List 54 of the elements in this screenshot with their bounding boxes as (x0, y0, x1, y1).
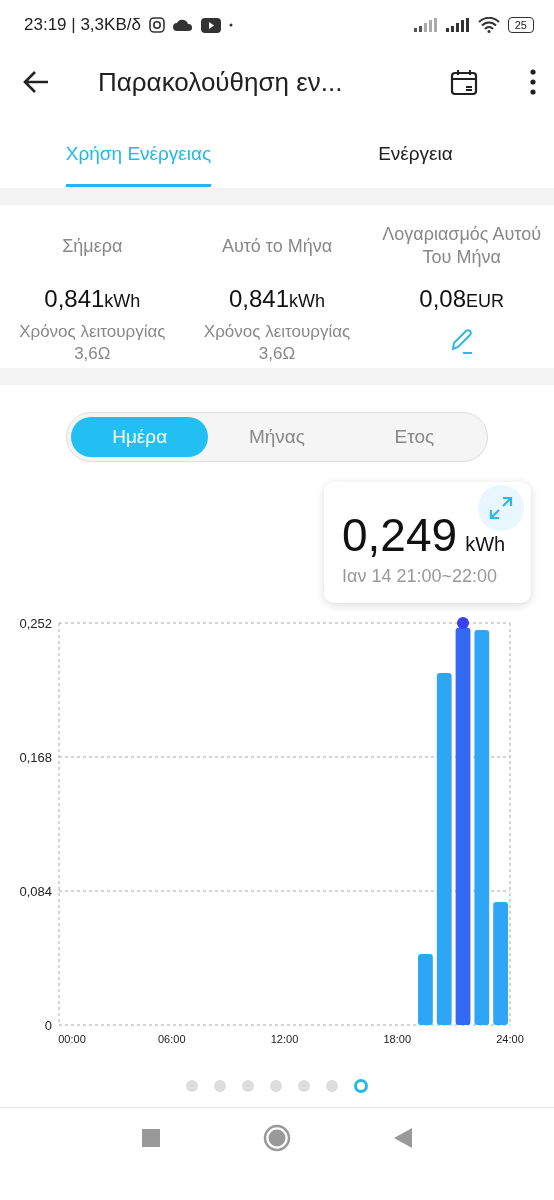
page-title: Παρακολούθηση εν... (98, 66, 344, 98)
runtime-note: Χρόνος λειτουργίας 3,6Ω (18, 321, 167, 365)
axis-label: 0,084 (19, 884, 52, 899)
runtime-note: Χρόνος λειτουργίας 3,6Ω (202, 321, 352, 365)
bar[interactable] (474, 630, 490, 1025)
calendar-icon[interactable] (450, 68, 478, 96)
tab[interactable]: Ενέργεια (277, 114, 554, 188)
more-icon[interactable] (530, 69, 536, 95)
dot-icon (228, 23, 233, 27)
page-dot[interactable] (326, 1080, 338, 1092)
period-option[interactable]: Ετος (345, 417, 483, 457)
back-nav-icon[interactable] (394, 1128, 413, 1148)
wifi-icon (477, 17, 500, 33)
page-dot[interactable] (242, 1080, 254, 1092)
page-dot[interactable] (214, 1080, 226, 1092)
axis-label: 0 (44, 1018, 52, 1033)
stat-label: Αυτό το Μήνα (221, 234, 333, 258)
signal-icon (445, 18, 470, 32)
back-icon[interactable] (22, 70, 50, 94)
axis-label: 00:00 (58, 1033, 86, 1045)
axis-label: 24:00 (496, 1033, 524, 1045)
expand-icon[interactable] (478, 485, 524, 531)
axis-label: 0,168 (19, 750, 52, 765)
page-dot[interactable] (298, 1080, 310, 1092)
page-dot[interactable] (354, 1079, 368, 1093)
axis-label: 18:00 (383, 1033, 411, 1045)
stat-value: 0,08EUR (419, 285, 505, 313)
home-icon[interactable] (263, 1124, 291, 1152)
axis-label: 06:00 (158, 1033, 186, 1045)
tooltip-value: 0,249 (342, 512, 458, 558)
page-dot[interactable] (186, 1080, 198, 1092)
page-dot[interactable] (270, 1080, 282, 1092)
stat-value: 0,841kWh (44, 285, 141, 313)
axis-label: 12:00 (270, 1033, 299, 1045)
cloud-icon (172, 19, 193, 31)
status-time: 23:19 | 3,3KB/δ (24, 15, 141, 35)
axis-label: 0,252 (19, 616, 52, 631)
bar[interactable] (493, 902, 508, 1025)
bar[interactable] (418, 954, 433, 1025)
recents-icon[interactable] (141, 1129, 160, 1147)
period-option[interactable]: Ημέρα (71, 417, 209, 457)
battery-level: 25 (507, 17, 534, 33)
play-icon (200, 17, 221, 33)
tooltip-unit: kWh (465, 534, 506, 554)
marker-dot (457, 617, 469, 629)
signal-icon (413, 18, 438, 32)
stat-label: Λογαριασμός Αυτού Του Μήνα (381, 223, 543, 269)
instagram-icon (148, 17, 165, 33)
period-option[interactable]: Μήνας (208, 417, 346, 457)
stat-value: 0,841kWh (228, 285, 326, 313)
tooltip-time: Ιαν 14 21:00~22:00 (342, 566, 499, 587)
stat-label: Σήμερα (62, 234, 123, 258)
bar[interactable] (455, 627, 471, 1025)
bar[interactable] (436, 672, 452, 1025)
